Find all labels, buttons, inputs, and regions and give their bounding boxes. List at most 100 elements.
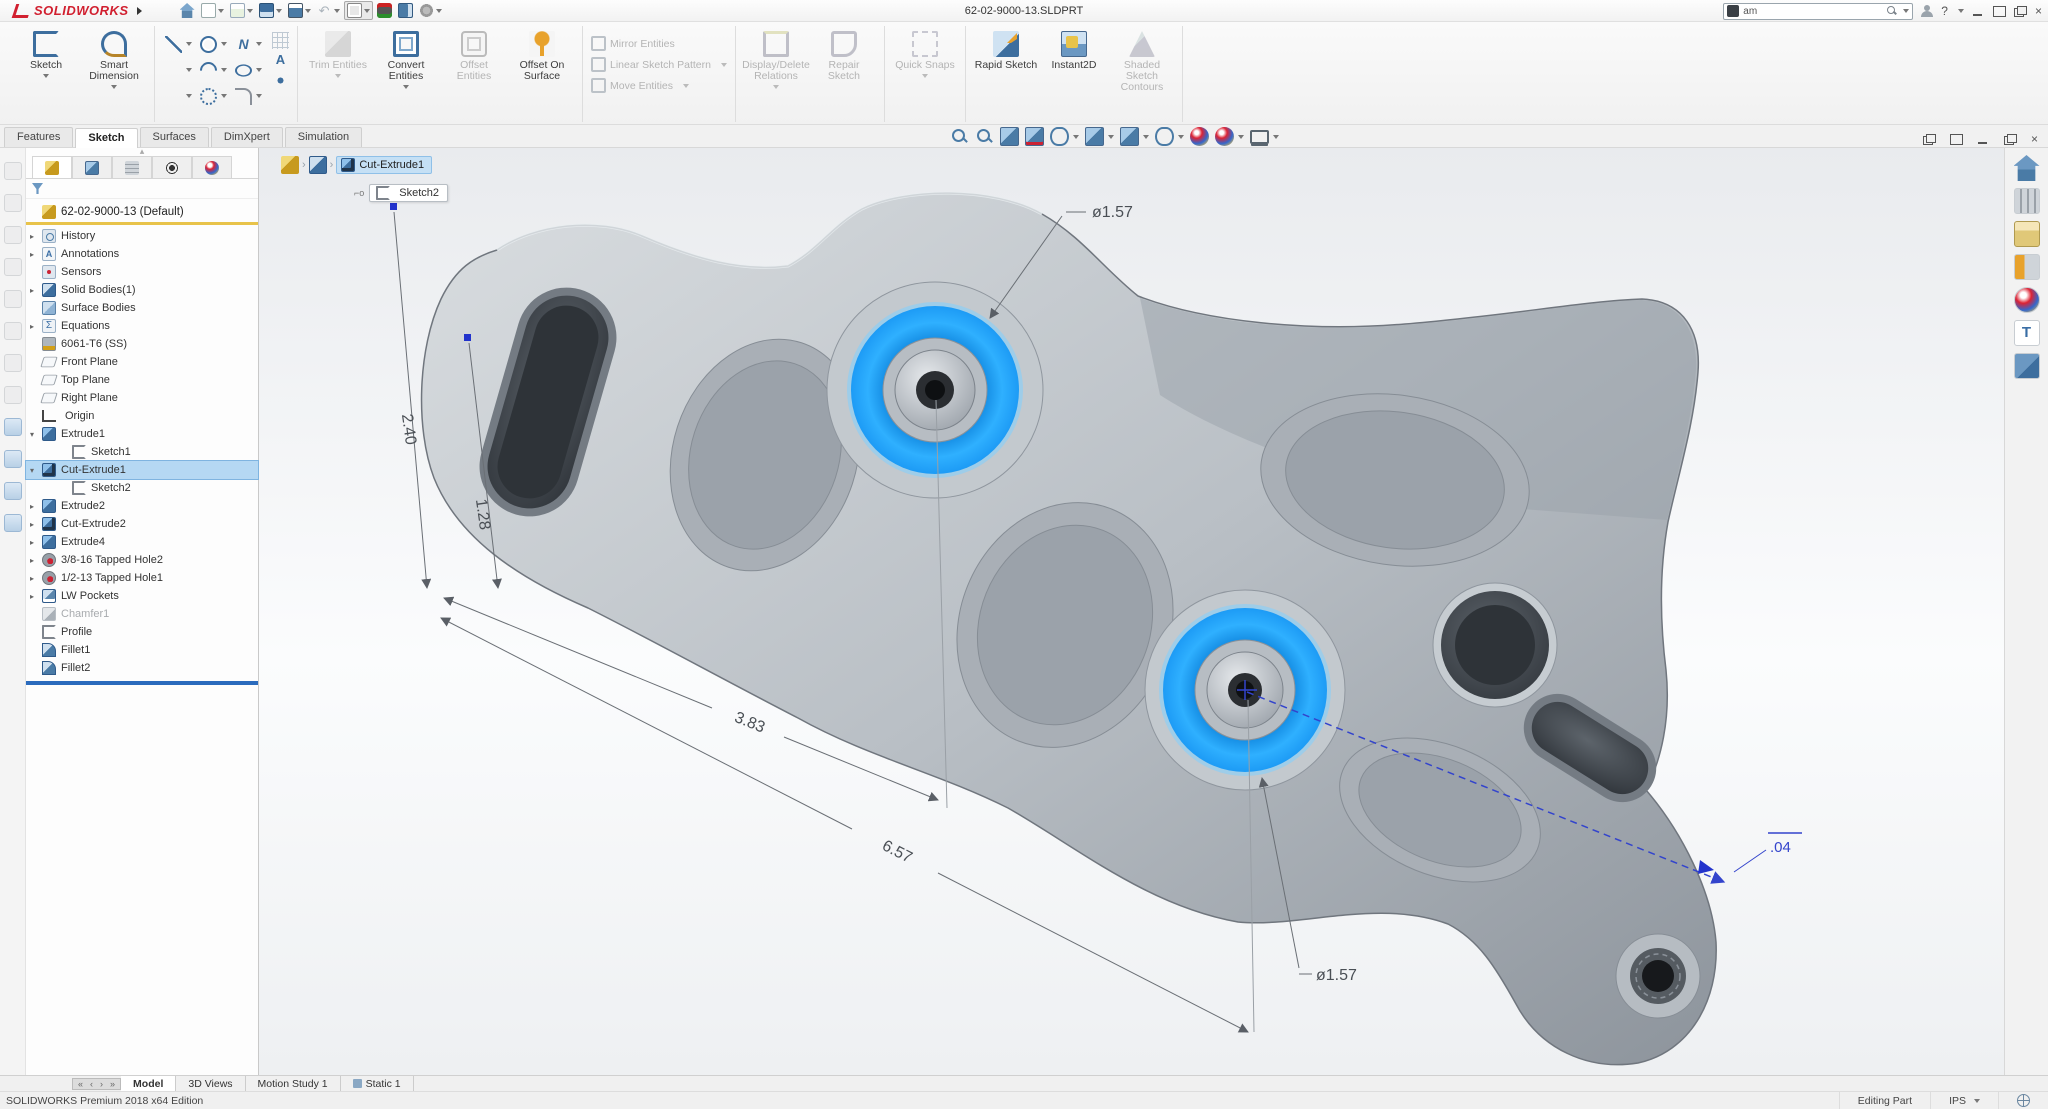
print-button[interactable]: [286, 2, 313, 19]
breadcrumb-body-icon[interactable]: [309, 156, 327, 174]
dim-dia-bottom[interactable]: ø1.57: [1316, 967, 1357, 984]
sketch-fillet-tool-button[interactable]: [233, 84, 264, 108]
smart-dimension-button[interactable]: Smart Dimension: [82, 28, 146, 89]
panel-grip[interactable]: ▴: [26, 148, 258, 156]
tab-simulation[interactable]: Simulation: [285, 127, 362, 147]
circle-tool-button[interactable]: [198, 32, 229, 56]
minimize-button[interactable]: [1972, 6, 1985, 17]
circle-tool-dropdown-icon[interactable]: [221, 42, 227, 46]
corner-rectangle-tool-dropdown-icon[interactable]: [186, 68, 192, 72]
custom-properties-icon[interactable]: T: [2014, 320, 2040, 346]
point-tool-icon[interactable]: [272, 72, 289, 89]
solidworks-forum-icon[interactable]: [2014, 353, 2040, 379]
help-icon[interactable]: ?: [1941, 0, 1948, 22]
cascade-windows-button[interactable]: [2014, 6, 2027, 17]
file-explorer-icon[interactable]: [2014, 221, 2040, 247]
expand-arrow-icon[interactable]: ▸: [30, 250, 40, 259]
perimeter-circle-tool-button[interactable]: [198, 84, 229, 108]
display-style-button[interactable]: [1120, 127, 1149, 146]
convert-entities-dropdown-icon[interactable]: [403, 85, 409, 89]
ellipse-tool-dropdown-icon[interactable]: [256, 68, 262, 72]
options-dropdown-icon[interactable]: [436, 9, 442, 13]
open-file-button[interactable]: [228, 2, 255, 19]
tab-surfaces[interactable]: Surfaces: [140, 127, 209, 147]
expand-arrow-icon[interactable]: ▸: [30, 232, 40, 241]
search-dropdown-icon[interactable]: [1903, 9, 1909, 13]
zoom-to-fit-button[interactable]: [950, 127, 969, 146]
arc-tool-dropdown-icon[interactable]: [221, 68, 227, 72]
doc-maximize-icon[interactable]: [1950, 134, 1963, 145]
rapid-sketch-button[interactable]: Rapid Sketch: [974, 28, 1038, 71]
search-input[interactable]: [1743, 6, 1883, 17]
tree-item[interactable]: Origin: [26, 407, 258, 425]
tree-item[interactable]: ▸Cut-Extrude2: [26, 515, 258, 533]
expand-arrow-icon[interactable]: ▸: [30, 520, 40, 529]
doc-restore-icon[interactable]: [2004, 134, 2017, 145]
tree-item[interactable]: Sensors: [26, 263, 258, 281]
display-style-dropdown-icon[interactable]: [1143, 135, 1149, 139]
user-account-icon[interactable]: [1921, 5, 1933, 17]
tree-item[interactable]: ▸1/2-13 Tapped Hole1: [26, 569, 258, 587]
mirror-tool-icon[interactable]: A: [272, 52, 289, 69]
expand-arrow-icon[interactable]: ▸: [30, 502, 40, 511]
dynamic-annotation-dropdown-icon[interactable]: [1073, 135, 1079, 139]
tree-item[interactable]: Profile: [26, 623, 258, 641]
doc-tab-3d-views[interactable]: 3D Views: [176, 1076, 245, 1091]
arc-tool-button[interactable]: [198, 58, 229, 82]
tree-item[interactable]: ▾Cut-Extrude1: [26, 461, 258, 479]
tree-item[interactable]: ▸3/8-16 Tapped Hole2: [26, 551, 258, 569]
tab-sketch[interactable]: Sketch: [75, 128, 137, 148]
undo-dropdown-icon[interactable]: [334, 9, 340, 13]
last-tab-button[interactable]: »: [107, 1079, 118, 1089]
expand-arrow-icon[interactable]: ▾: [30, 466, 40, 475]
maximize-button[interactable]: [1993, 6, 2006, 17]
select-button[interactable]: [344, 1, 373, 20]
expand-arrow-icon[interactable]: ▸: [30, 574, 40, 583]
tree-item[interactable]: ▸LW Pockets: [26, 587, 258, 605]
print-dropdown-icon[interactable]: [305, 9, 311, 13]
appearances-scenes-icon[interactable]: [2014, 287, 2040, 313]
highlighted-bore-1[interactable]: [827, 282, 1043, 498]
tapped-hole[interactable]: [1616, 934, 1700, 1018]
save-button[interactable]: [257, 2, 284, 19]
smart-dimension-dropdown-icon[interactable]: [111, 85, 117, 89]
line-tool-dropdown-icon[interactable]: [186, 42, 192, 46]
doc-tab-motion-study-1[interactable]: Motion Study 1: [246, 1076, 341, 1091]
manager-tab-properties[interactable]: [72, 156, 112, 178]
corner-rectangle-tool-button[interactable]: [163, 58, 194, 82]
close-button[interactable]: ×: [2035, 0, 2042, 22]
design-library-icon[interactable]: [2014, 188, 2040, 214]
open-file-dropdown-icon[interactable]: [247, 9, 253, 13]
convert-entities-button[interactable]: Convert Entities: [374, 28, 438, 89]
hide-show-items-button[interactable]: [1155, 127, 1184, 146]
tree-item[interactable]: Chamfer1: [26, 605, 258, 623]
sketch-fillet-tool-dropdown-icon[interactable]: [256, 94, 262, 98]
doc-newwindow-icon[interactable]: [1923, 134, 1936, 145]
menu-flyout-icon[interactable]: [137, 7, 142, 15]
view-settings-dropdown-icon[interactable]: [1273, 135, 1279, 139]
tree-item[interactable]: ▾Extrude1: [26, 425, 258, 443]
sketch-dropdown-icon[interactable]: [43, 74, 49, 78]
model-canvas[interactable]: 2.40 1.28 3.83 6.57 ø1.57: [259, 148, 2004, 1075]
tree-item[interactable]: 6061-T6 (SS): [26, 335, 258, 353]
tree-item[interactable]: ▸Extrude4: [26, 533, 258, 551]
manager-tab-display[interactable]: [192, 156, 232, 178]
save-dropdown-icon[interactable]: [276, 9, 282, 13]
expand-arrow-icon[interactable]: ▸: [30, 322, 40, 331]
side-tool-icon[interactable]: [4, 450, 22, 468]
prev-tab-button[interactable]: ‹: [87, 1079, 96, 1089]
straight-slot-tool-dropdown-icon[interactable]: [186, 94, 192, 98]
breadcrumb-sketch-chip[interactable]: Sketch2: [369, 184, 448, 202]
doc-tab-static-1[interactable]: Static 1: [341, 1076, 414, 1091]
apply-scene-dropdown-icon[interactable]: [1238, 135, 1244, 139]
first-tab-button[interactable]: «: [75, 1079, 86, 1089]
dim-dia-top[interactable]: ø1.57: [1092, 204, 1133, 221]
manager-tab-features[interactable]: [32, 156, 72, 178]
instant2d-button[interactable]: Instant2D: [1042, 28, 1106, 71]
solidworks-resources-icon[interactable]: [2014, 155, 2040, 181]
view-orientation-button[interactable]: [1085, 127, 1114, 146]
select-dropdown-icon[interactable]: [364, 9, 370, 13]
part-3d-model[interactable]: [422, 193, 1717, 1065]
edit-appearance-button[interactable]: [1190, 127, 1209, 146]
dim-2-40[interactable]: 2.40: [398, 413, 419, 446]
